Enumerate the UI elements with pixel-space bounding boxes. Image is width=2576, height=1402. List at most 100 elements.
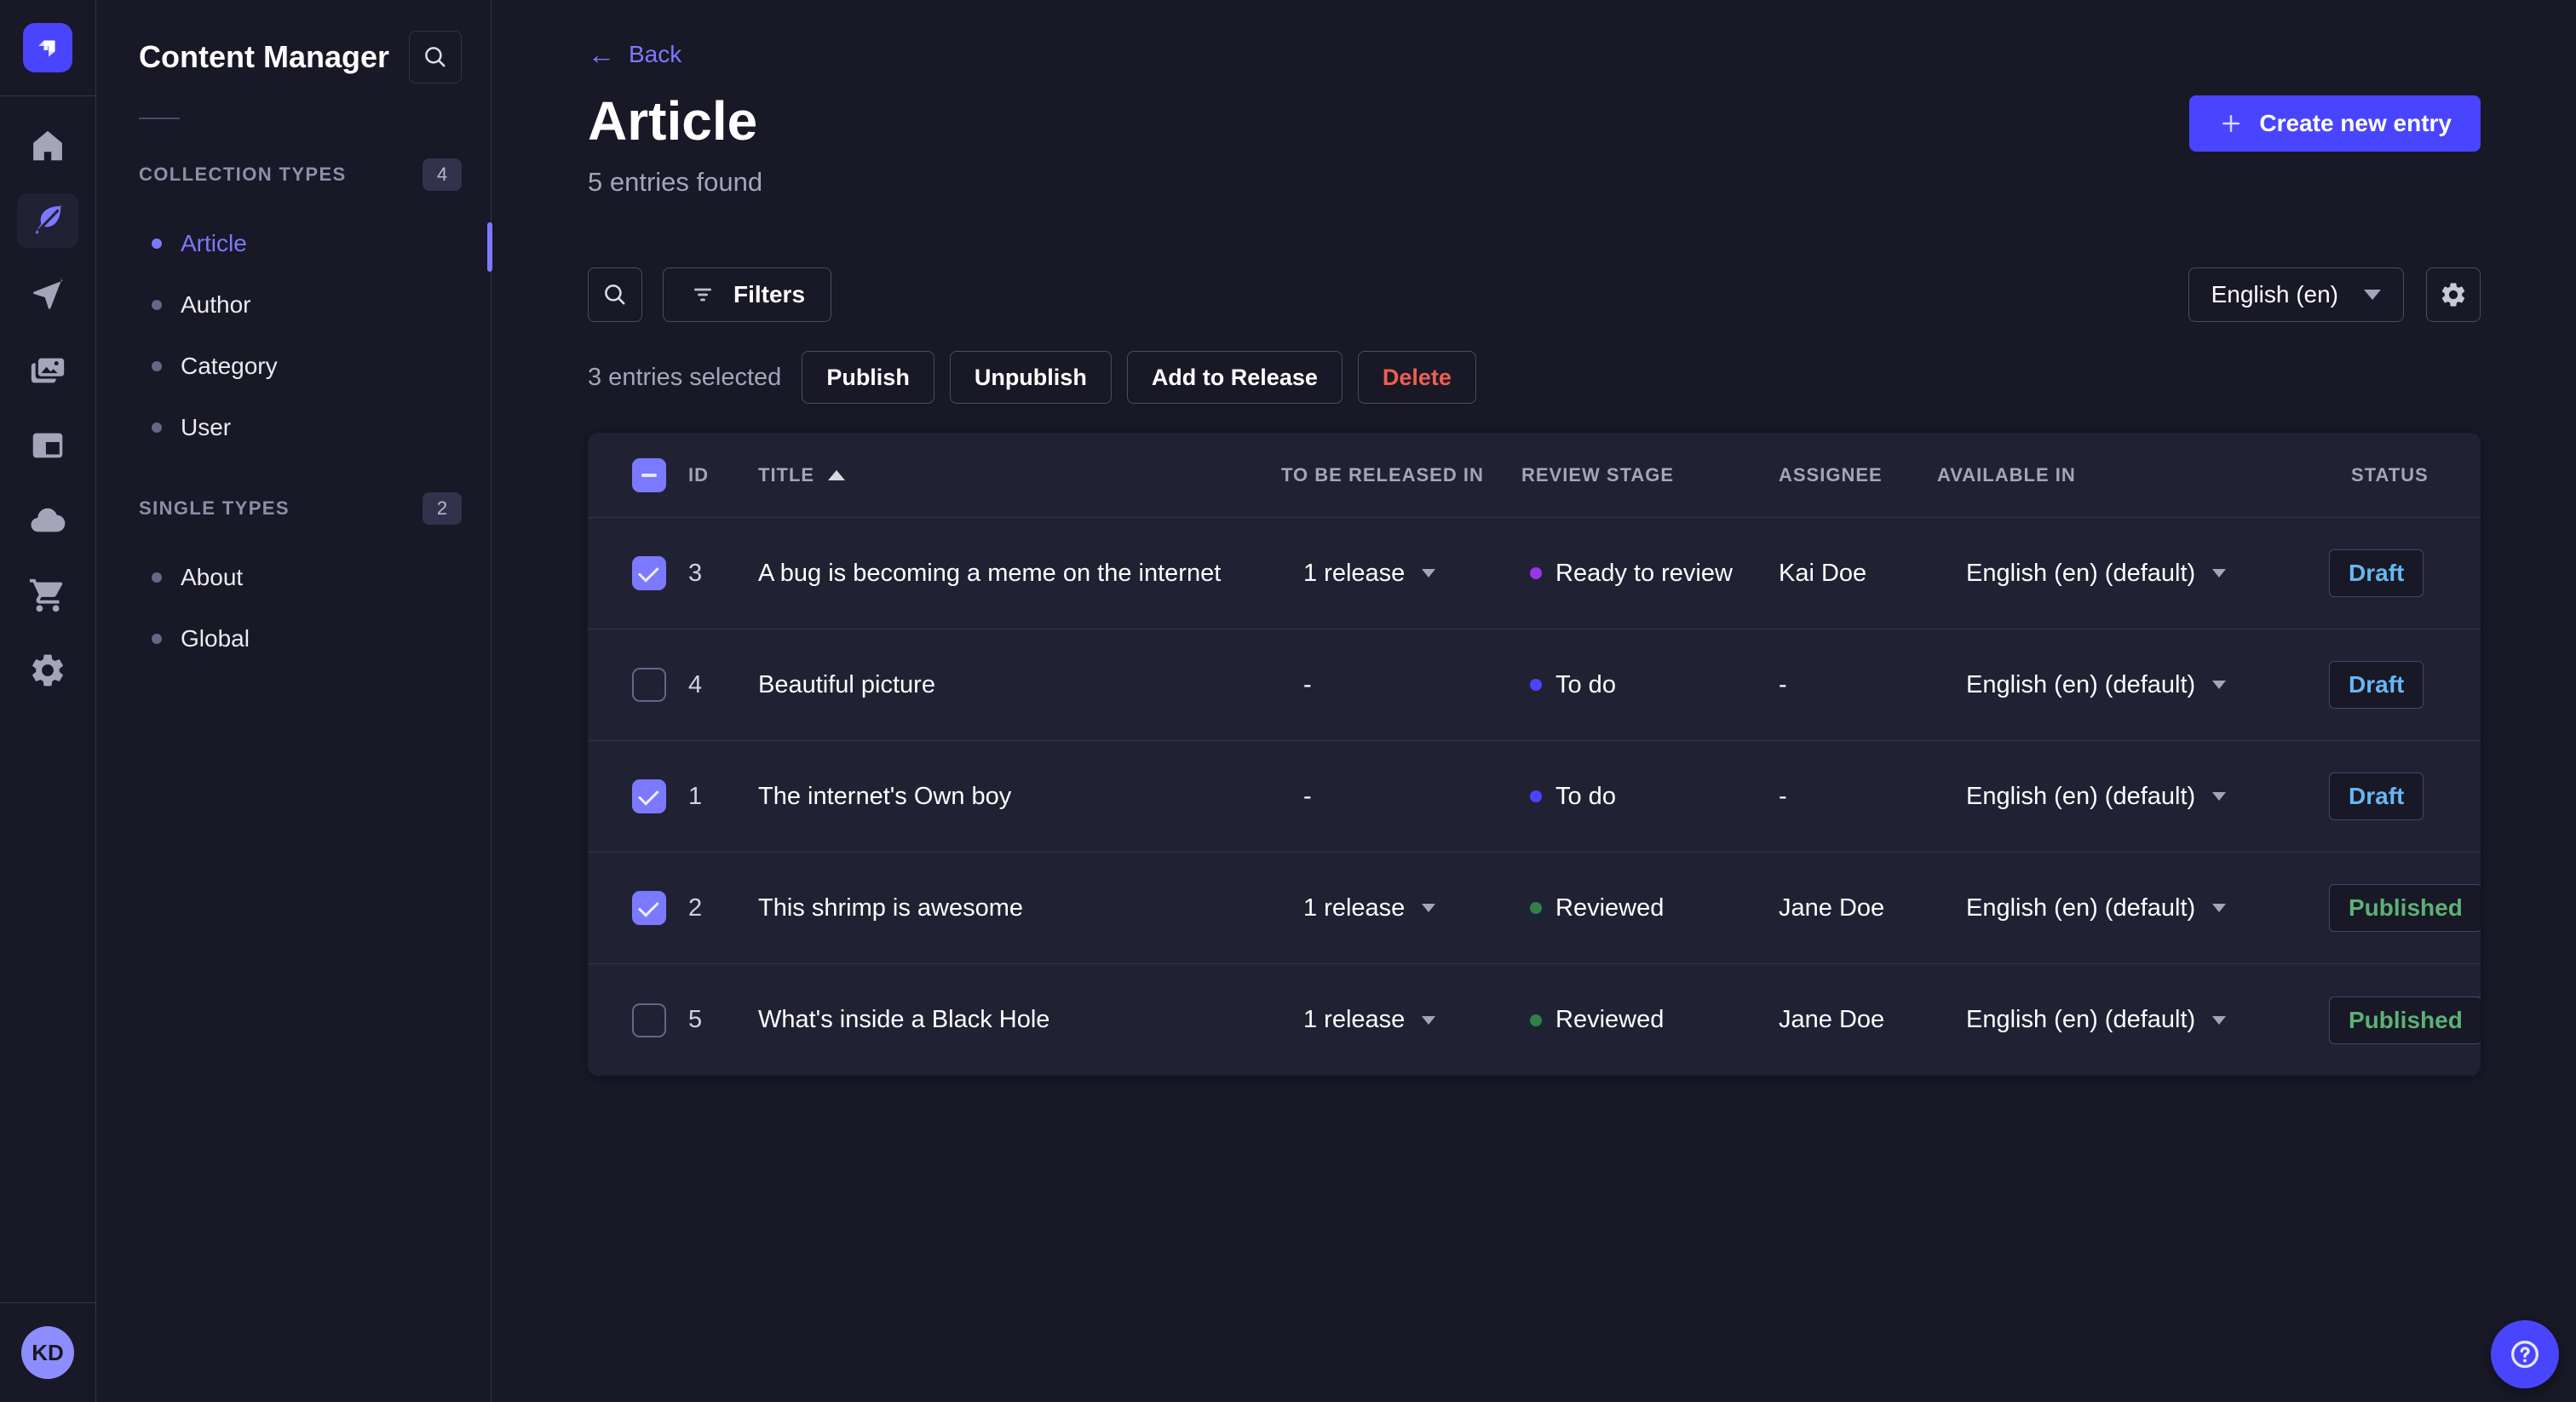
entry-id: 5 (688, 1006, 703, 1033)
section-count-badge: 2 (423, 492, 462, 525)
nav-rail: KD (0, 0, 96, 1402)
status-badge: Draft (2329, 661, 2424, 709)
column-status[interactable]: STATUS (2310, 464, 2481, 486)
entry-id: 1 (688, 782, 703, 810)
home-icon[interactable] (17, 118, 78, 173)
deploy-cloud-icon[interactable] (17, 493, 78, 548)
table-row[interactable]: 5 What's inside a Black Hole 1 release R… (588, 964, 2481, 1076)
chevron-down-icon (2212, 792, 2227, 801)
release-dropdown[interactable]: 1 release (1257, 894, 1504, 922)
rail-divider (0, 95, 95, 96)
delete-button[interactable]: Delete (1357, 351, 1476, 404)
help-button[interactable] (2491, 1320, 2559, 1388)
sidebar-search-button[interactable] (409, 31, 462, 83)
locale-dropdown[interactable]: English (en) (default) (1918, 1006, 2310, 1034)
entry-title: Beautiful picture (758, 670, 935, 698)
media-library-icon[interactable] (17, 343, 78, 398)
entry-id: 3 (688, 559, 703, 587)
stage-label: To do (1555, 782, 1616, 810)
sidebar-item-label: Category (181, 353, 278, 379)
back-link[interactable]: ← Back (588, 41, 681, 68)
locale-dropdown[interactable]: English (en) (default) (1918, 671, 2310, 699)
assignee: Jane Doe (1779, 1006, 1885, 1033)
chevron-down-icon (1422, 904, 1436, 912)
table-body: 3 A bug is becoming a meme on the intern… (588, 518, 2481, 1076)
bullet-icon (152, 361, 162, 371)
stage-label: Reviewed (1555, 893, 1665, 922)
status-badge: Draft (2329, 549, 2424, 597)
sidebar-title: Content Manager (139, 39, 390, 74)
select-all-checkbox[interactable] (632, 457, 666, 492)
table-row[interactable]: 2 This shrimp is awesome 1 release Revie… (588, 853, 2481, 964)
sidebar-item-global[interactable]: Global (96, 608, 491, 669)
column-title[interactable]: TITLE (746, 464, 1257, 486)
entry-id: 4 (688, 670, 703, 698)
table-row[interactable]: 1 The internet's Own boy - To do - Engli… (588, 741, 2481, 853)
releases-icon[interactable] (17, 268, 78, 323)
sidebar-item-user[interactable]: User (96, 397, 491, 458)
release-dropdown[interactable]: 1 release (1257, 560, 1504, 588)
assignee: - (1779, 670, 1787, 698)
column-id[interactable]: ID (673, 464, 746, 486)
entries-count: 5 entries found (588, 167, 763, 197)
sidebar-item-label: Author (181, 291, 251, 318)
publish-button[interactable]: Publish (802, 351, 934, 404)
marketplace-cart-icon[interactable] (17, 568, 78, 623)
sidebar-item-author[interactable]: Author (96, 274, 491, 336)
stage-dot-icon (1530, 679, 1542, 691)
column-available-in[interactable]: AVAILABLE IN (1918, 464, 2310, 486)
row-checkbox[interactable] (632, 891, 666, 925)
review-stage: Ready to review (1504, 560, 1760, 588)
back-arrow-icon: ← (588, 39, 615, 70)
user-avatar[interactable]: KD (21, 1326, 74, 1379)
stage-dot-icon (1530, 790, 1542, 802)
content-type-builder-icon[interactable] (17, 418, 78, 473)
release-dropdown[interactable]: 1 release (1257, 1006, 1504, 1034)
page-title: Article (588, 90, 758, 152)
strapi-logo-icon (38, 40, 55, 57)
stage-dot-icon (1530, 1014, 1542, 1026)
row-checkbox[interactable] (632, 779, 666, 813)
row-checkbox[interactable] (632, 668, 666, 702)
list-settings-button[interactable] (2426, 267, 2481, 322)
chevron-down-icon (1422, 569, 1436, 577)
search-button[interactable] (588, 267, 642, 322)
settings-gear-icon[interactable] (17, 643, 78, 698)
row-checkbox[interactable] (632, 1003, 666, 1037)
release-dropdown[interactable]: - (1257, 671, 1504, 699)
plus-icon (2222, 115, 2240, 132)
sidebar-item-article[interactable]: Article (96, 213, 492, 274)
sidebar-item-label: About (181, 564, 244, 590)
assignee: Jane Doe (1779, 893, 1885, 922)
table-row[interactable]: 3 A bug is becoming a meme on the intern… (588, 518, 2481, 629)
locale-select[interactable]: English (en) (2188, 267, 2404, 322)
table-row[interactable]: 4 Beautiful picture - To do - English (e… (588, 629, 2481, 741)
filters-button[interactable]: Filters (663, 267, 832, 322)
assignee: Kai Doe (1779, 559, 1867, 587)
locale-dropdown[interactable]: English (en) (default) (1918, 560, 2310, 588)
entries-table: ID TITLE TO BE RELEASED IN REVIEW STAGE … (588, 433, 2481, 1076)
bullet-icon (152, 572, 162, 583)
rail-bottom-divider (0, 1302, 95, 1303)
sidebar-item-category[interactable]: Category (96, 336, 491, 397)
content-manager-icon[interactable] (17, 193, 78, 248)
strapi-logo[interactable] (23, 23, 72, 72)
unpublish-button[interactable]: Unpublish (949, 351, 1112, 404)
review-stage: To do (1504, 671, 1760, 699)
selection-count: 3 entries selected (588, 363, 782, 391)
chevron-down-icon (2212, 1015, 2227, 1025)
create-new-entry-button[interactable]: Create new entry (2189, 95, 2481, 152)
stage-dot-icon (1530, 902, 1542, 914)
locale-dropdown[interactable]: English (en) (default) (1918, 894, 2310, 922)
sidebar-item-about[interactable]: About (96, 547, 491, 608)
column-assignee[interactable]: ASSIGNEE (1760, 464, 1918, 486)
add-to-release-button[interactable]: Add to Release (1126, 351, 1343, 404)
status-badge: Draft (2329, 773, 2424, 820)
release-dropdown[interactable]: - (1257, 783, 1504, 811)
locale-dropdown[interactable]: English (en) (default) (1918, 783, 2310, 811)
column-to-be-released-in[interactable]: TO BE RELEASED IN (1257, 464, 1504, 486)
sidebar-divider (139, 118, 180, 119)
row-checkbox[interactable] (632, 556, 666, 590)
review-stage: Reviewed (1504, 894, 1760, 922)
column-review-stage[interactable]: REVIEW STAGE (1504, 464, 1760, 486)
